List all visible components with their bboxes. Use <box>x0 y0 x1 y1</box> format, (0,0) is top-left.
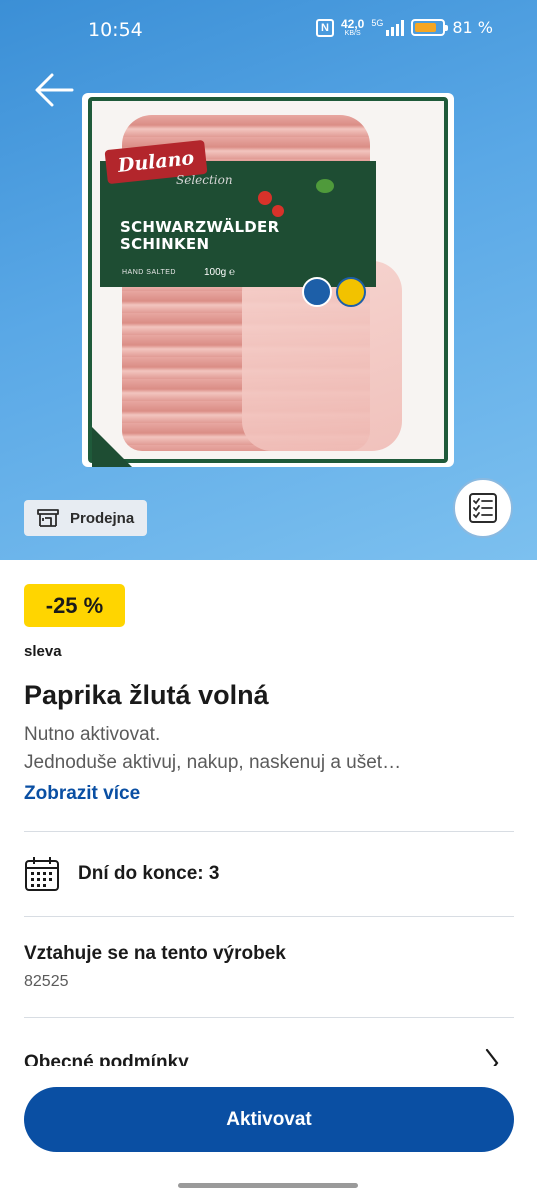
activate-button[interactable]: Aktivovat <box>24 1087 514 1152</box>
days-left: Dní do konce: 3 <box>78 863 220 884</box>
quality-seal-icon <box>302 277 332 307</box>
offer-description-line2: Jednoduše aktivuj, nakup, naskenuj a uše… <box>24 752 402 773</box>
package-product-name: SCHWARZWÄLDER SCHINKEN <box>120 218 280 254</box>
divider <box>24 1017 514 1018</box>
store-icon <box>37 509 59 527</box>
checklist-icon <box>469 493 497 523</box>
store-chip-label: Prodejna <box>70 509 135 527</box>
discount-label: sleva <box>24 643 62 660</box>
divider <box>24 831 514 832</box>
network-type: 5G <box>371 18 384 28</box>
general-terms-label: Obecné podmínky <box>24 1052 189 1066</box>
battery-fill <box>415 23 437 32</box>
package-weight: 100g ℮ <box>204 267 236 278</box>
status-bar: 10:54 N 42,0 KB/S 5G 81 % <box>0 0 537 60</box>
chevron-right-icon <box>485 1048 499 1066</box>
package-product-name-line2: SCHINKEN <box>120 235 210 254</box>
package-product-name-line1: SCHWARZWÄLDER <box>120 218 280 236</box>
hand-salted-text: HAND SALTED <box>122 269 176 276</box>
applies-to-title: Vztahuje se na tento výrobek <box>24 943 286 964</box>
tomato-icon <box>258 191 272 205</box>
product-package: Dulano Selection SCHWARZWÄLDER SCHINKEN … <box>88 97 448 467</box>
back-button[interactable] <box>32 70 76 110</box>
show-more-link[interactable]: Zobrazit více <box>24 783 140 805</box>
signal-icon <box>386 19 405 36</box>
store-chip[interactable]: Prodejna <box>24 500 147 536</box>
status-icons: N 42,0 KB/S 5G 81 % <box>315 18 493 37</box>
product-image: Dulano Selection SCHWARZWÄLDER SCHINKEN … <box>82 93 454 467</box>
battery-icon <box>411 19 449 36</box>
status-time: 10:54 <box>88 19 143 41</box>
tomato-icon <box>272 205 284 217</box>
pgi-seal-icon <box>336 277 366 307</box>
discount-badge: -25 % <box>24 584 125 627</box>
shopping-list-button[interactable] <box>453 478 513 538</box>
battery-percent: 81 % <box>452 18 493 37</box>
network-speed-value: 42,0 <box>340 17 365 31</box>
nfc-icon: N <box>315 18 334 37</box>
network-speed: 42,0 KB/S <box>341 18 364 37</box>
home-indicator[interactable] <box>178 1183 358 1188</box>
calendar-icon <box>25 857 59 891</box>
offer-description-line1: Nutno aktivovat. <box>24 724 161 745</box>
applies-to-value: 82525 <box>24 973 69 990</box>
hero-banner: 10:54 N 42,0 KB/S 5G 81 % Dulano Selecti… <box>0 0 537 560</box>
brand-subtitle: Selection <box>176 173 233 187</box>
divider <box>24 916 514 917</box>
herb-icon <box>316 179 334 193</box>
general-terms-row[interactable]: Obecné podmínky <box>24 1048 514 1066</box>
arrow-left-icon <box>35 73 74 107</box>
network-speed-unit: KB/S <box>344 30 361 37</box>
offer-title: Paprika žlutá volná <box>24 680 269 710</box>
